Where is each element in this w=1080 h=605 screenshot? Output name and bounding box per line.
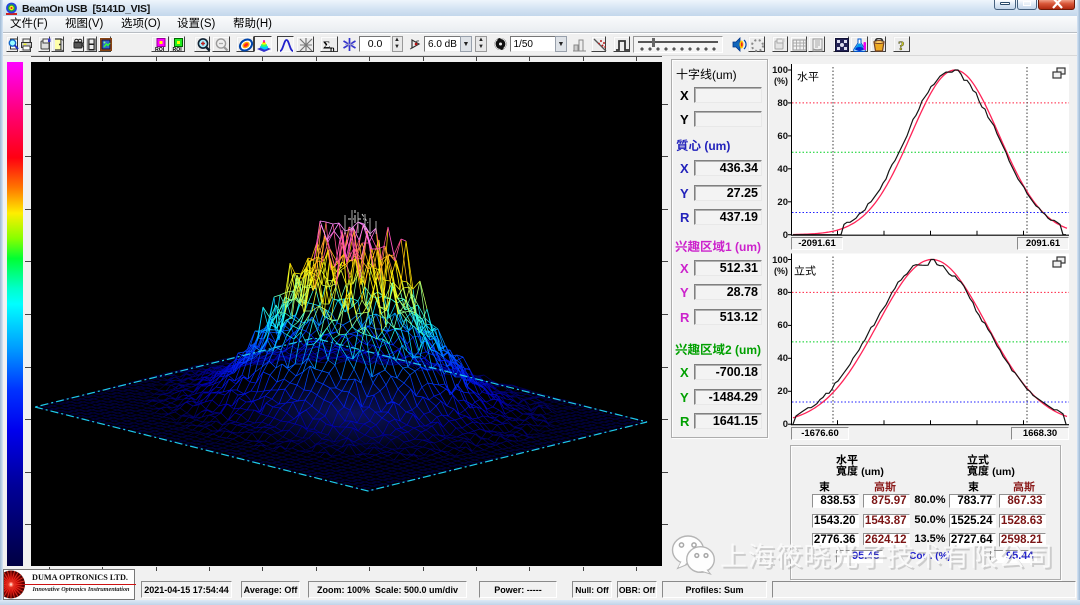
svg-text:?: ? [898,38,905,52]
svg-text:ROI: ROI [173,47,183,51]
svg-text:ROI: ROI [155,47,165,51]
